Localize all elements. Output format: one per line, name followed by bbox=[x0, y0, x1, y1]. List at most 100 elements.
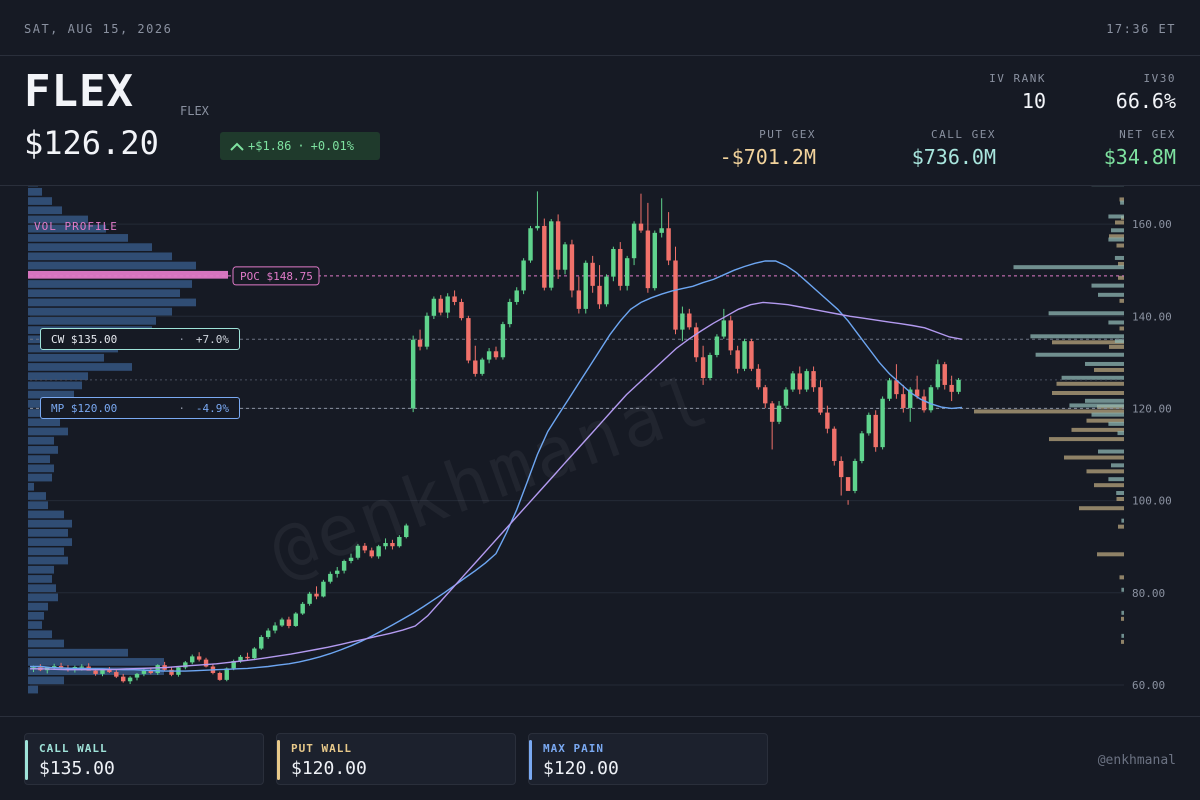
candle-down bbox=[811, 371, 816, 388]
put-gex-stat: PUT GEX -$701.2M bbox=[720, 128, 816, 169]
volume-profile-bar bbox=[28, 427, 68, 436]
candle-up bbox=[355, 545, 361, 558]
put-gex-bar bbox=[1049, 437, 1124, 442]
y-tick-label: 120.00 bbox=[1132, 402, 1172, 415]
candle-down bbox=[949, 384, 954, 392]
put-gex-bar bbox=[1052, 340, 1124, 345]
candle-up bbox=[155, 665, 160, 673]
volume-profile-bar bbox=[28, 307, 172, 316]
put-gex-bar bbox=[1086, 469, 1124, 474]
max-pain-card-label: MAX PAIN bbox=[543, 742, 604, 755]
call-gex-bar bbox=[1098, 292, 1124, 297]
call-wall-accent-bar bbox=[25, 740, 28, 780]
candle-down bbox=[763, 387, 768, 404]
candle-down bbox=[687, 313, 692, 328]
put-wall-card-label: PUT WALL bbox=[291, 742, 352, 755]
call-gex-bar bbox=[1121, 518, 1124, 523]
volume-profile-bar bbox=[28, 538, 72, 546]
call-gex-bar bbox=[1108, 320, 1124, 325]
candle-down bbox=[417, 339, 423, 347]
call-gex-bar bbox=[1085, 361, 1124, 366]
candle-up bbox=[134, 673, 140, 678]
call-gex-bar bbox=[1061, 375, 1124, 380]
volume-profile-bar bbox=[28, 353, 104, 362]
ticker-symbol: FLEX bbox=[24, 66, 134, 117]
poc-tag-label: POC $148.75 bbox=[240, 270, 313, 283]
call-gex-bar bbox=[1085, 398, 1124, 403]
candle-down bbox=[638, 223, 644, 231]
volume-profile-bar bbox=[28, 621, 42, 629]
volume-profile-bar bbox=[28, 529, 68, 537]
put-gex-bar bbox=[1052, 391, 1124, 395]
call-gex-bar bbox=[1108, 214, 1124, 219]
call-gex-bar bbox=[1117, 431, 1124, 436]
candle-down bbox=[120, 676, 126, 682]
net-gex-value: $34.8M bbox=[1103, 145, 1176, 169]
candle-down bbox=[542, 225, 547, 288]
candle-down bbox=[114, 672, 119, 677]
volume-profile-bar bbox=[28, 556, 68, 565]
candle-down bbox=[203, 659, 209, 667]
candlestick-chart-svg: 60.00 80.00 100.00 120.00 140.00 160.00 VOL PR… bbox=[28, 186, 1172, 694]
candle-up bbox=[252, 648, 257, 659]
volume-profile-bar bbox=[28, 575, 52, 583]
candle-up bbox=[79, 666, 84, 668]
volume-profile-bar bbox=[28, 243, 152, 251]
candle-up bbox=[804, 371, 809, 390]
iv30-stat: IV30 66.6% bbox=[1116, 72, 1176, 113]
candle-up bbox=[783, 389, 789, 406]
call-gex-bar bbox=[1111, 463, 1124, 468]
candle-up bbox=[521, 260, 526, 291]
put-gex-bar bbox=[1094, 483, 1124, 488]
candle-down bbox=[901, 394, 906, 408]
date-label: SAT, AUG 15, 2026 bbox=[24, 22, 173, 36]
candle-up bbox=[293, 613, 299, 626]
volume-profile-bar bbox=[28, 234, 128, 242]
candle-up bbox=[859, 433, 865, 461]
call-gex-bar bbox=[1091, 283, 1124, 288]
volume-profile-bar bbox=[28, 363, 132, 371]
volume-profile-bar bbox=[28, 685, 38, 694]
volume-profile-bar bbox=[28, 492, 46, 500]
candle-up bbox=[410, 339, 416, 409]
candle-up bbox=[549, 221, 554, 288]
candle-down bbox=[390, 543, 395, 547]
candle-up bbox=[535, 225, 540, 229]
call-gex-bar bbox=[1091, 412, 1124, 417]
y-tick-label: 80.00 bbox=[1132, 587, 1165, 600]
candle-down bbox=[769, 403, 775, 422]
candle-down bbox=[245, 656, 250, 659]
candle-up bbox=[714, 336, 720, 355]
put-gex-bar bbox=[1115, 220, 1124, 225]
call-gex-bar bbox=[1111, 228, 1124, 233]
separator-dot: · bbox=[297, 139, 305, 153]
candle-down bbox=[673, 260, 678, 330]
last-price: $126.20 bbox=[24, 124, 159, 162]
iv-rank-label: IV RANK bbox=[989, 72, 1046, 85]
candle-up bbox=[348, 557, 354, 561]
volume-profile-bar bbox=[28, 547, 64, 556]
candle-down bbox=[217, 672, 223, 680]
candle-up bbox=[224, 668, 229, 680]
call-wall-callout-pct: +7.0% bbox=[195, 332, 229, 346]
candle-down bbox=[286, 619, 292, 626]
change-absolute: +$1.86 bbox=[248, 139, 292, 153]
volume-profile-bar bbox=[28, 565, 54, 574]
call-gex-bar bbox=[1121, 587, 1124, 592]
candle-down bbox=[797, 373, 802, 390]
candle-up bbox=[383, 543, 388, 547]
volume-profile-bar bbox=[28, 418, 60, 427]
iv30-label: IV30 bbox=[1143, 72, 1176, 85]
candle-down bbox=[493, 351, 499, 358]
candle-down bbox=[93, 670, 98, 674]
company-name: FLEX bbox=[180, 104, 209, 118]
candle-down bbox=[438, 298, 443, 313]
ticker-header: FLEX FLEX $126.20 +$1.86 · +0.01% IV RAN… bbox=[0, 56, 1200, 186]
candle-down bbox=[362, 545, 368, 551]
candle-down bbox=[921, 396, 927, 411]
candle-up bbox=[652, 232, 657, 289]
volume-profile-bar bbox=[28, 197, 52, 205]
call-gex-bar bbox=[1030, 334, 1124, 339]
candle-down bbox=[473, 360, 478, 374]
candle-down bbox=[942, 364, 947, 385]
